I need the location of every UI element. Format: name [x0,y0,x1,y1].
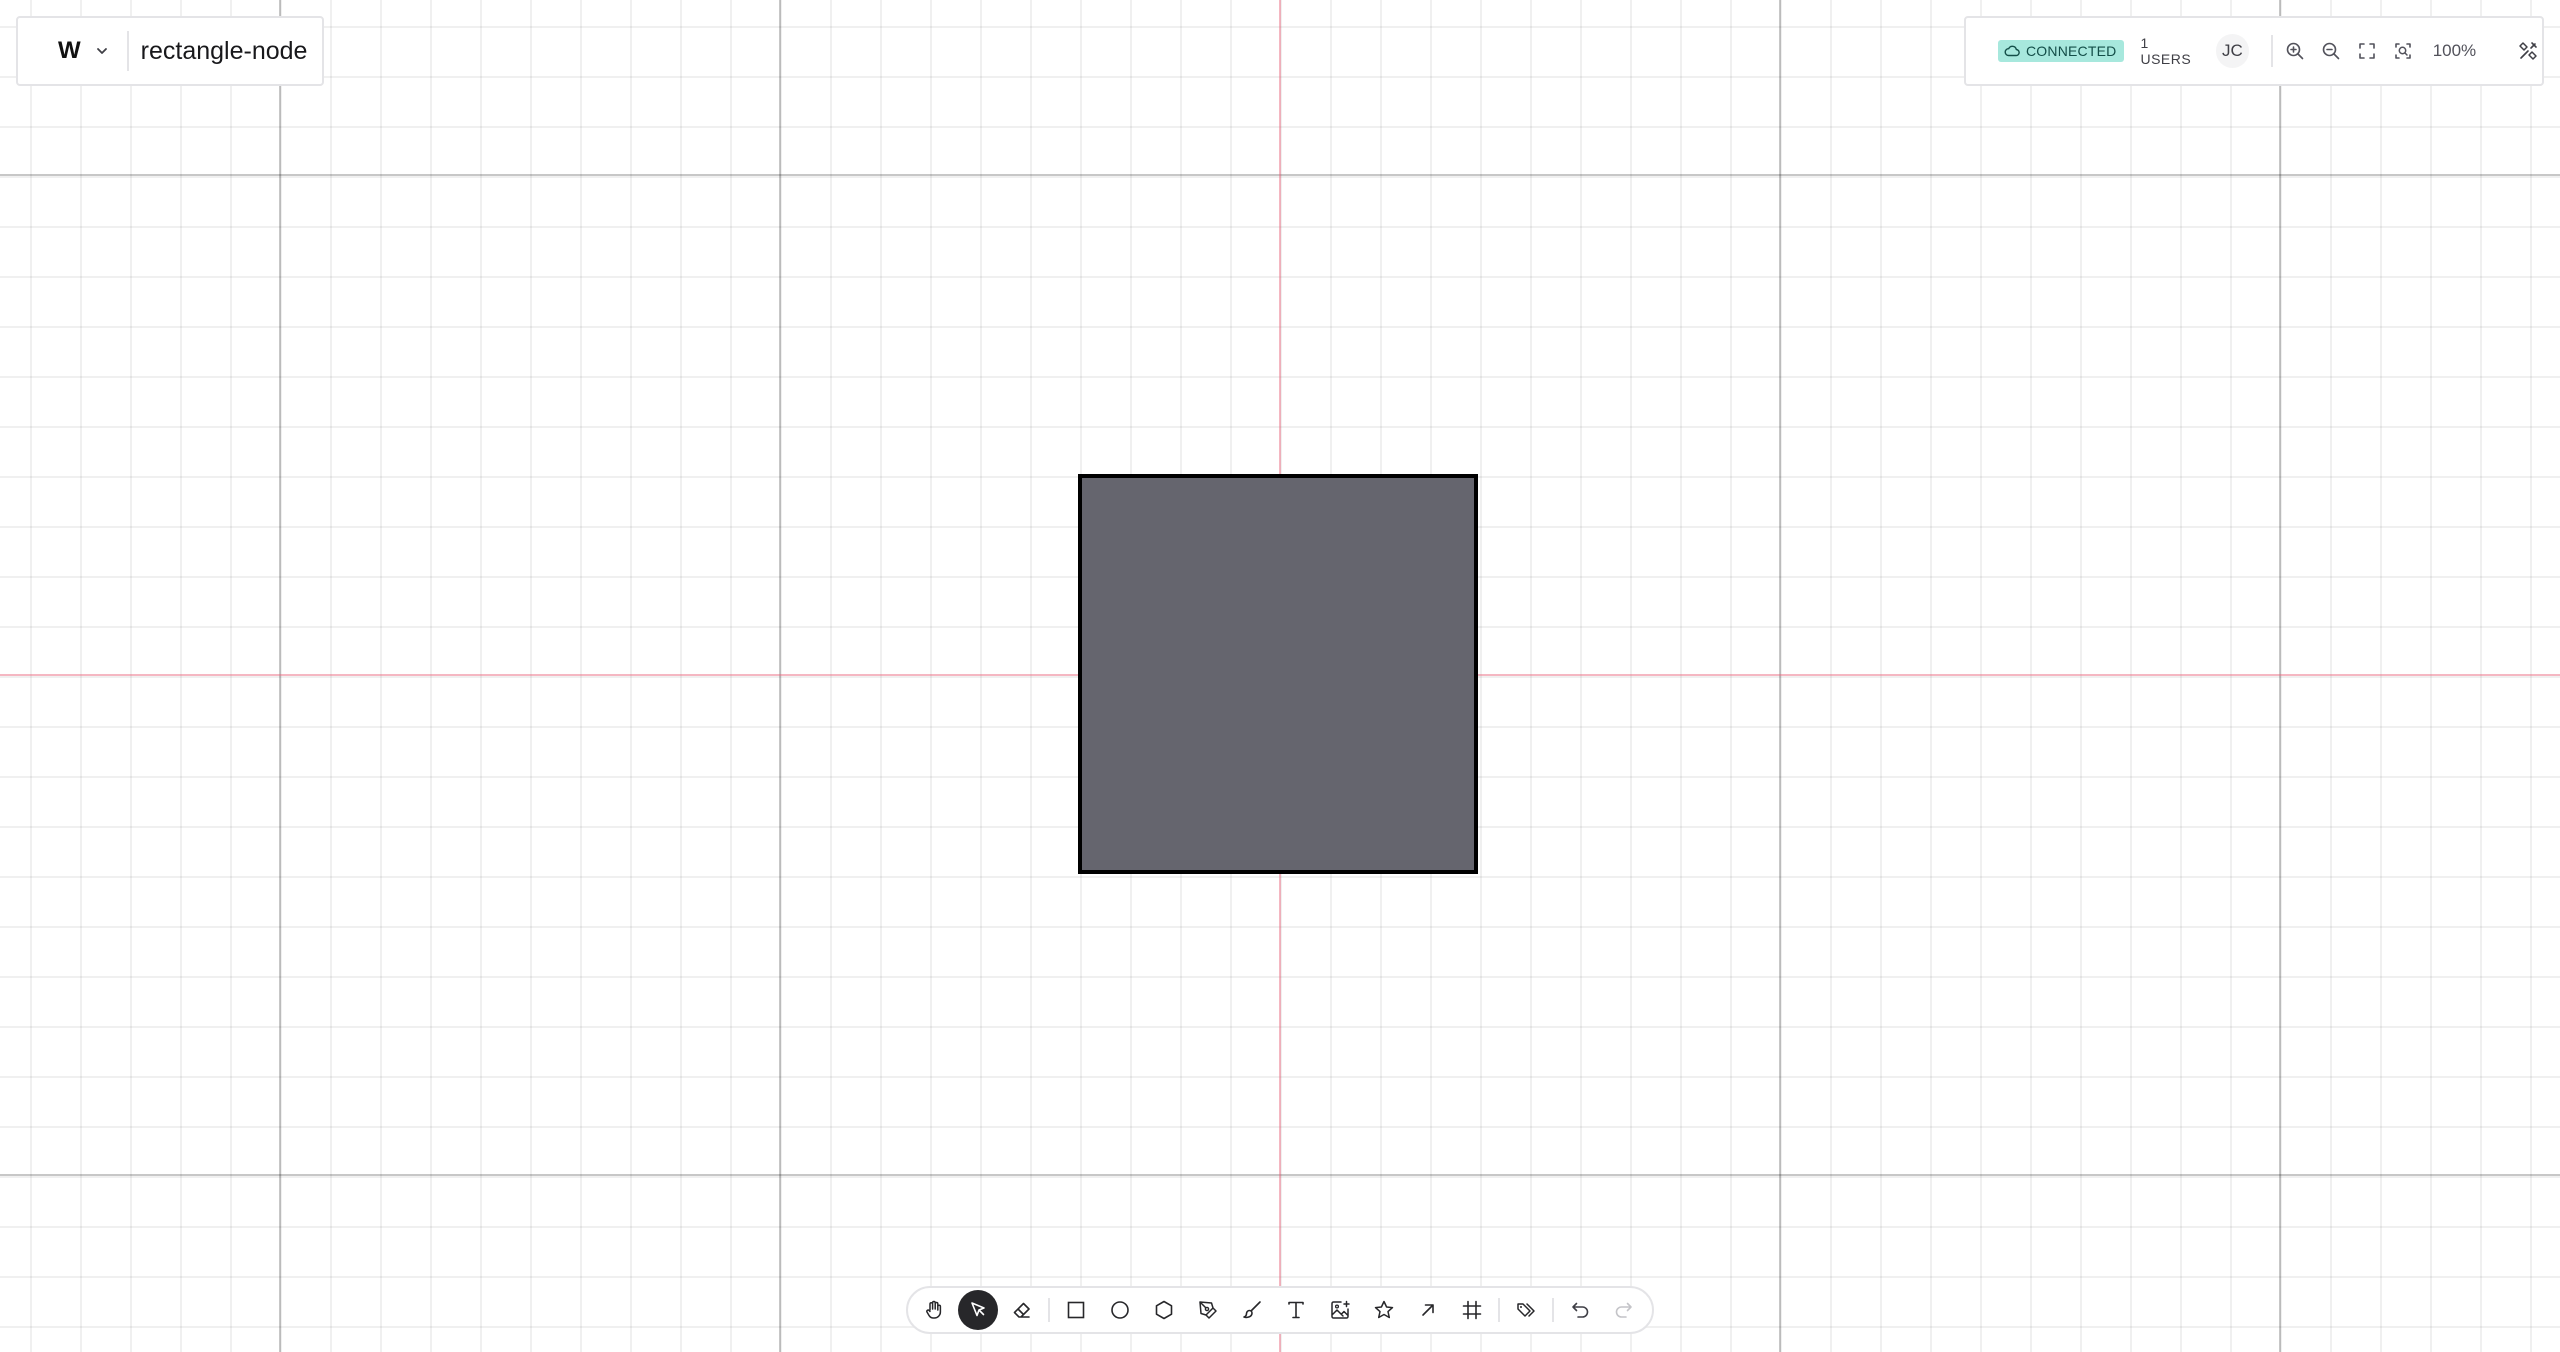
hand-icon [923,1299,945,1321]
zoom-to-selection-icon [2393,41,2413,61]
tool-pointer[interactable] [958,1290,998,1330]
redo-icon [1613,1299,1635,1321]
app-logo: W [58,37,81,64]
tool-frame[interactable] [1452,1290,1492,1330]
arrow-icon [1417,1299,1439,1321]
hexagon-icon [1153,1299,1175,1321]
main-menu-button[interactable]: W [18,18,121,84]
tool-polygon[interactable] [1144,1290,1184,1330]
undo-button[interactable] [1560,1290,1600,1330]
zoom-to-selection-button[interactable] [2389,37,2417,65]
brush-icon [1241,1299,1263,1321]
tool-hand[interactable] [914,1290,954,1330]
grid-major-line [779,0,781,1352]
grid-major-line [1779,0,1781,1352]
undo-icon [1569,1299,1591,1321]
toolbar-divider [1498,1298,1500,1322]
divider [2271,35,2274,67]
chevron-down-icon [95,44,109,58]
tool-rectangle[interactable] [1056,1290,1096,1330]
tool-pen[interactable] [1188,1290,1228,1330]
fit-screen-button[interactable] [2353,37,2381,65]
tool-text[interactable] [1276,1290,1316,1330]
tool-ellipse[interactable] [1100,1290,1140,1330]
star-icon [1373,1299,1395,1321]
tools-icon [2517,40,2539,62]
fit-screen-icon [2357,41,2377,61]
zoom-out-icon [2321,41,2341,61]
tool-brush[interactable] [1232,1290,1272,1330]
image-icon [1329,1299,1351,1321]
tags-icon [1515,1299,1537,1321]
zoom-in-button[interactable] [2281,37,2309,65]
tool-image[interactable] [1320,1290,1360,1330]
connection-status-badge: CONNECTED [1998,40,2125,62]
users-count: 1 USERS [2140,35,2192,67]
divider [126,31,129,71]
zoom-level[interactable]: 100% [2433,41,2476,61]
tool-star[interactable] [1364,1290,1404,1330]
toolbar [906,1286,1654,1334]
document-panel: W rectangle-node [16,16,324,86]
eraser-icon [1011,1299,1033,1321]
tool-eraser[interactable] [1002,1290,1042,1330]
document-title[interactable]: rectangle-node [141,37,308,66]
rectangle-icon [1065,1299,1087,1321]
connection-status-label: CONNECTED [2026,43,2117,59]
grid-major-line [2279,0,2281,1352]
frame-icon [1461,1299,1483,1321]
ellipse-icon [1109,1299,1131,1321]
rectangle-node[interactable] [1078,474,1478,874]
status-panel: CONNECTED 1 USERS JC 100% [1964,16,2544,86]
settings-button[interactable] [2514,37,2542,65]
tool-tags[interactable] [1506,1290,1546,1330]
pointer-icon [967,1299,989,1321]
canvas[interactable] [0,0,2560,1352]
pen-icon [1197,1299,1219,1321]
toolbar-divider [1552,1298,1554,1322]
zoom-out-button[interactable] [2317,37,2345,65]
zoom-in-icon [2285,41,2305,61]
avatar-initials: JC [2222,41,2243,60]
text-icon [1285,1299,1307,1321]
redo-button[interactable] [1604,1290,1644,1330]
avatar[interactable]: JC [2215,34,2250,68]
tool-arrow[interactable] [1408,1290,1448,1330]
grid-major-line [279,0,281,1352]
toolbar-divider [1048,1298,1050,1322]
cloud-icon [2004,45,2026,57]
